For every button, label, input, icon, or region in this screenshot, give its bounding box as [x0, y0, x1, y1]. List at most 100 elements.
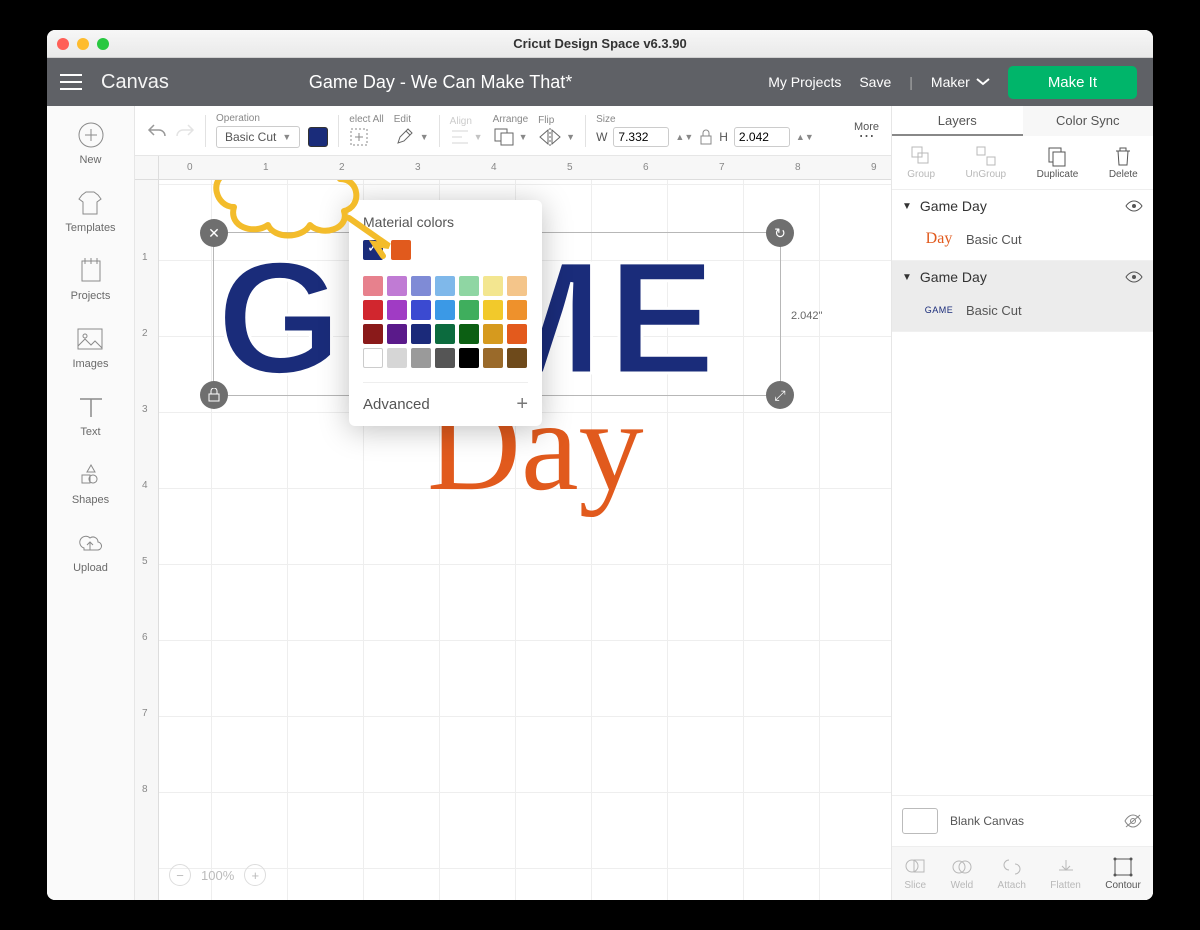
zoom-out-button[interactable]: − — [169, 864, 191, 886]
layer-group[interactable]: ▼Game DayDayBasic Cut — [892, 190, 1153, 261]
sidebar-templates[interactable]: Templates — [65, 188, 115, 234]
size-label: Size — [596, 114, 615, 125]
palette-color[interactable] — [387, 276, 407, 296]
action-label: Slice — [904, 880, 926, 891]
palette-color[interactable] — [435, 348, 455, 368]
minimize-window-button[interactable] — [77, 38, 89, 50]
flip-icon — [538, 128, 562, 146]
stepper-icon[interactable]: ▲▼ — [796, 132, 814, 142]
sidebar-upload[interactable]: Upload — [73, 528, 108, 574]
zoom-in-button[interactable]: + — [244, 864, 266, 886]
cloud-upload-icon — [75, 528, 105, 558]
width-input[interactable] — [613, 127, 669, 147]
layer-header[interactable]: ▼Game Day — [892, 190, 1153, 222]
palette-color[interactable] — [483, 276, 503, 296]
layer-header[interactable]: ▼Game Day — [892, 261, 1153, 293]
project-name[interactable]: Game Day - We Can Make That* — [309, 72, 572, 93]
menu-button[interactable] — [47, 74, 95, 90]
sidebar-text[interactable]: Text — [76, 392, 106, 438]
palette-color[interactable] — [435, 300, 455, 320]
action-delete[interactable]: Delete — [1109, 145, 1138, 180]
maximize-window-button[interactable] — [97, 38, 109, 50]
ruler-tick: 0 — [187, 162, 193, 173]
arrange-dropdown[interactable]: ▼ — [493, 127, 528, 147]
palette-color[interactable] — [387, 324, 407, 344]
sidebar-images[interactable]: Images — [72, 324, 108, 370]
sidebar-projects[interactable]: Projects — [71, 256, 111, 302]
zoom-value: 100% — [201, 868, 234, 883]
edit-dropdown[interactable]: ▼ — [394, 127, 429, 147]
palette-color[interactable] — [411, 300, 431, 320]
bottom-slice: Slice — [904, 856, 926, 891]
material-color-swatch[interactable] — [391, 240, 411, 260]
action-label: Contour — [1105, 880, 1141, 891]
layer-item[interactable]: GAMEBasic Cut — [892, 293, 1153, 331]
height-label: H — [719, 130, 728, 144]
ruler-tick: 3 — [415, 162, 421, 173]
lock-handle[interactable] — [200, 381, 228, 409]
close-window-button[interactable] — [57, 38, 69, 50]
advanced-label[interactable]: Advanced — [363, 396, 430, 413]
lock-icon[interactable] — [699, 129, 713, 145]
blank-canvas-row[interactable]: Blank Canvas — [892, 795, 1153, 846]
action-duplicate[interactable]: Duplicate — [1037, 145, 1079, 180]
palette-color[interactable] — [459, 300, 479, 320]
delete-handle[interactable]: ✕ — [200, 219, 228, 247]
palette-color[interactable] — [387, 348, 407, 368]
visibility-icon[interactable] — [1125, 270, 1143, 284]
palette-color[interactable] — [459, 348, 479, 368]
palette-color[interactable] — [435, 324, 455, 344]
operation-select[interactable]: Basic Cut ▼ — [216, 126, 300, 148]
bottom-contour[interactable]: Contour — [1105, 856, 1141, 891]
flip-dropdown[interactable]: ▼ — [538, 128, 575, 146]
more-button[interactable]: More ⋯ — [854, 121, 879, 141]
palette-color[interactable] — [411, 276, 431, 296]
palette-color[interactable] — [507, 348, 527, 368]
palette-color[interactable] — [387, 300, 407, 320]
palette-color[interactable] — [363, 276, 383, 296]
color-popover: Material colors Advanced + — [349, 200, 542, 426]
palette-color[interactable] — [459, 324, 479, 344]
canvas-label: Canvas — [101, 71, 169, 94]
palette-color[interactable] — [459, 276, 479, 296]
palette-color[interactable] — [363, 324, 383, 344]
material-color-swatch[interactable] — [363, 240, 383, 260]
height-input[interactable] — [734, 127, 790, 147]
palette-color[interactable] — [507, 324, 527, 344]
palette-color[interactable] — [507, 276, 527, 296]
my-projects-link[interactable]: My Projects — [768, 74, 841, 90]
palette-color[interactable] — [363, 300, 383, 320]
palette-color[interactable] — [363, 348, 383, 368]
resize-handle[interactable]: ⤢ — [766, 381, 794, 409]
select-all-button[interactable] — [349, 127, 369, 147]
palette-color[interactable] — [411, 348, 431, 368]
layer-item[interactable]: DayBasic Cut — [892, 222, 1153, 260]
palette-color[interactable] — [483, 324, 503, 344]
ruler-corner — [135, 156, 159, 180]
stepper-icon[interactable]: ▲▼ — [675, 132, 693, 142]
save-button[interactable]: Save — [859, 74, 891, 90]
sidebar-new[interactable]: New — [76, 120, 106, 166]
palette-color[interactable] — [411, 324, 431, 344]
tab-color-sync[interactable]: Color Sync — [1023, 106, 1154, 136]
flatten-icon — [1055, 856, 1077, 878]
palette-color[interactable] — [483, 348, 503, 368]
palette-color[interactable] — [483, 300, 503, 320]
visibility-off-icon[interactable] — [1123, 813, 1143, 829]
canvas[interactable]: GAME Day ✕ ↻ ⤢ 2.042" Material colors — [159, 180, 891, 900]
visibility-icon[interactable] — [1125, 199, 1143, 213]
make-it-button[interactable]: Make It — [1008, 66, 1137, 99]
palette-color[interactable] — [435, 276, 455, 296]
text-icon — [76, 392, 106, 422]
plus-icon[interactable]: + — [516, 393, 528, 416]
undo-icon[interactable] — [147, 122, 167, 140]
rotate-handle[interactable]: ↻ — [766, 219, 794, 247]
redo-icon[interactable] — [175, 122, 195, 140]
sidebar-shapes[interactable]: Shapes — [72, 460, 109, 506]
tab-layers[interactable]: Layers — [892, 106, 1023, 136]
palette-color[interactable] — [507, 300, 527, 320]
color-swatch-button[interactable] — [308, 127, 328, 147]
plus-circle-icon — [76, 120, 106, 150]
layer-group[interactable]: ▼Game DayGAMEBasic Cut — [892, 261, 1153, 332]
machine-selector[interactable]: Maker — [931, 74, 990, 90]
